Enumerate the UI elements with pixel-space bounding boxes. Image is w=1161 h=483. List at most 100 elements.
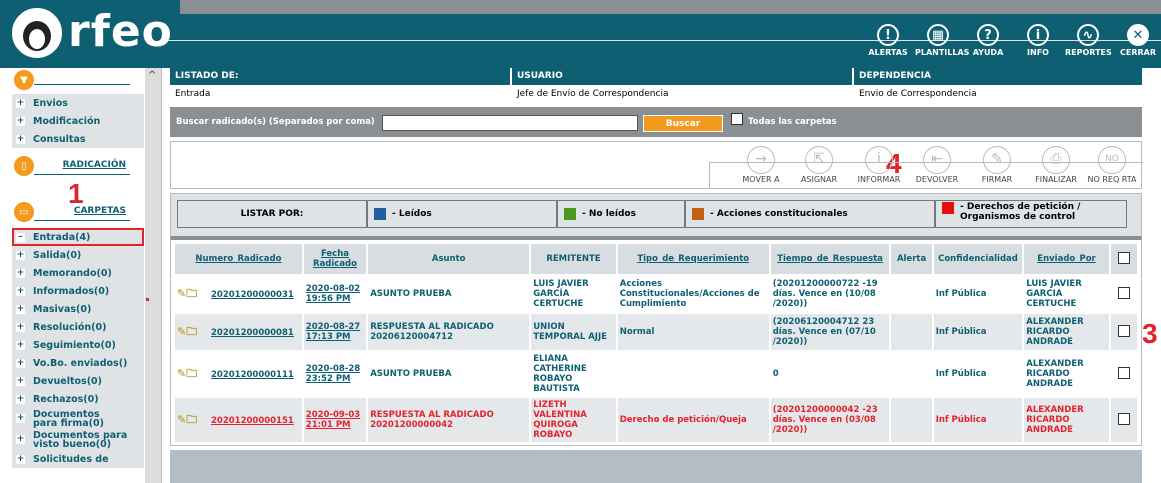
tiempo-cell: 0 — [772, 369, 779, 379]
radicado-link[interactable]: 20201200000151 — [211, 416, 294, 426]
table-row[interactable]: ✎🗀 20201200000111 2020-08-28 23:52 PM ASUN… — [175, 352, 1137, 396]
plus-icon: + — [16, 375, 25, 386]
col-tipo-requerimiento[interactable]: Tipo_de_Requerimiento — [617, 244, 769, 274]
search-input[interactable] — [382, 115, 638, 131]
row-checkbox[interactable] — [1117, 412, 1130, 425]
date-link[interactable]: 2020-08-27 17:13 PM — [306, 322, 360, 342]
radicados-table: Numero_Radicado Fecha Radicado Asunto RE… — [173, 242, 1139, 444]
col-remitente[interactable]: REMITENTE — [531, 244, 616, 274]
radicado-link[interactable]: 20201200000031 — [211, 290, 294, 300]
col-enviado-por[interactable]: Enviado_Por — [1024, 244, 1109, 274]
radicado-link[interactable]: 20201200000081 — [211, 328, 294, 338]
enviado-cell: ALEXANDER RICARDO ANDRADE — [1024, 398, 1109, 442]
folder-masivas[interactable]: + Masivas(0) — [12, 300, 144, 318]
top-menu: + Envios + Modificación + Consultas — [12, 94, 144, 148]
info-label: INFO — [1027, 48, 1049, 57]
menu-item-envios[interactable]: + Envios — [12, 94, 144, 112]
informar-button[interactable]: i INFORMAR — [852, 146, 906, 184]
folder-documentos-firma[interactable]: + Documentos para firma(0) — [12, 408, 144, 429]
folder-devueltos[interactable]: + Devueltos(0) — [12, 372, 144, 390]
col-asunto[interactable]: Asunto — [368, 244, 530, 274]
folder-resolucion[interactable]: + Resolución(0) — [12, 318, 144, 336]
tool-label: FIRMAR — [981, 175, 1013, 184]
select-all-checkbox[interactable] — [1117, 251, 1130, 264]
sidebar-scrollbar[interactable]: ^ — [145, 68, 161, 483]
section-divider — [34, 174, 130, 175]
radicacion-link[interactable]: RADICACIÓN — [63, 160, 126, 170]
annotation-dot — [146, 298, 149, 301]
mover-a-button[interactable]: → MOVER A — [734, 146, 788, 184]
no-response-icon: NO — [1098, 146, 1126, 174]
edit-folder-icon[interactable]: ✎🗀 — [177, 414, 211, 425]
sidebar: ^ ▼ + Envios + Modificación + Consultas ▯ R… — [0, 68, 162, 483]
folder-salida[interactable]: + Salida(0) — [12, 246, 144, 264]
folder-documentos-visto-bueno[interactable]: + Documentos para visto bueno(0) — [12, 429, 144, 450]
radicacion-section[interactable]: ▯ RADICACIÓN — [0, 156, 150, 176]
info-button[interactable]: i INFO — [1015, 24, 1061, 57]
plantillas-button[interactable]: ▦ PLANTILLAS — [915, 24, 969, 57]
remitente-cell: UNION TEMPORAL AJJE — [531, 314, 616, 350]
select-cell — [1111, 352, 1137, 396]
date-link[interactable]: 2020-08-02 19:56 PM — [306, 284, 360, 304]
folder-seguimiento[interactable]: + Seguimiento(0) — [12, 336, 144, 354]
numero-radicado-cell: ✎🗀 20201200000031 — [175, 276, 302, 312]
row-checkbox[interactable] — [1117, 324, 1130, 337]
folder-vobo-enviados[interactable]: + Vo.Bo. enviados() — [12, 354, 144, 372]
edit-folder-icon[interactable]: ✎🗀 — [177, 368, 211, 379]
chevron-down-icon[interactable]: ▼ — [14, 70, 34, 90]
red-swatch-icon — [942, 202, 954, 214]
fecha-cell: 2020-08-27 17:13 PM — [303, 314, 367, 350]
dependencia-value: Envio de Correspondencia — [854, 85, 1142, 104]
radicado-link[interactable]: 20201200000111 — [211, 370, 294, 380]
folder-memorando[interactable]: + Memorando(0) — [12, 264, 144, 282]
filter-acciones[interactable]: - Acciones constitucionales — [685, 200, 935, 228]
folder-rechazos[interactable]: + Rechazos(0) — [12, 390, 144, 408]
cerrar-button[interactable]: ✕ CERRAR — [1115, 24, 1161, 57]
finalizar-button[interactable]: ⎙ FINALIZAR — [1029, 146, 1083, 184]
fecha-cell: 2020-08-28 23:52 PM — [304, 352, 366, 396]
col-fecha-radicado[interactable]: Fecha Radicado — [303, 244, 367, 274]
tool-label: DEVOLVER — [915, 175, 959, 184]
menu-item-consultas[interactable]: + Consultas — [12, 130, 144, 148]
tipo-cell: Derecho de petición/Queja — [617, 398, 769, 442]
tool-label: FINALIZAR — [1035, 175, 1077, 184]
col-tiempo-respuesta[interactable]: Tiempo_de_Respuesta — [770, 244, 890, 274]
col-select-all[interactable] — [1110, 244, 1137, 274]
reportes-button[interactable]: ∿ REPORTES — [1065, 24, 1112, 57]
col-confidencialidad[interactable]: Confidencialidad — [933, 244, 1023, 274]
filter-leidos[interactable]: - Leídos — [367, 200, 557, 228]
folder-entrada[interactable]: – Entrada(4) — [12, 228, 144, 246]
date-link[interactable]: 2020-09-03 21:01 PM — [306, 410, 360, 430]
listar-por-label: LISTAR POR: — [177, 200, 367, 228]
no-req-rta-button[interactable]: NO NO REQ RTA — [1085, 146, 1139, 184]
filter-derechos[interactable]: - Derechos de petición / Organismos de c… — [935, 200, 1127, 228]
ayuda-button[interactable]: ? AYUDA — [965, 24, 1011, 57]
date-link[interactable]: 2020-08-28 23:52 PM — [306, 364, 360, 384]
asignar-button[interactable]: ⇱ ASIGNAR — [792, 146, 846, 184]
all-folders-checkbox[interactable] — [731, 113, 743, 125]
search-button[interactable]: Buscar — [643, 115, 723, 132]
confidencialidad-cell: Inf Pública — [935, 289, 987, 299]
table-row[interactable]: ✎🗀 20201200000151 2020-09-03 21:01 PM RESP… — [175, 398, 1137, 442]
archive-icon: ⎙ — [1042, 146, 1070, 174]
col-numero-radicado[interactable]: Numero_Radicado — [175, 244, 302, 274]
filter-label: - Acciones constitucionales — [710, 209, 848, 219]
row-checkbox[interactable] — [1117, 366, 1130, 379]
assign-icon: ⇱ — [805, 146, 833, 174]
row-checkbox[interactable] — [1117, 286, 1130, 299]
alertas-button[interactable]: ! ALERTAS — [865, 24, 911, 57]
filter-no-leidos[interactable]: - No leídos — [557, 200, 685, 228]
col-alerta[interactable]: Alerta — [891, 244, 932, 274]
folder-solicitudes[interactable]: + Solicitudes de — [12, 450, 144, 468]
folder-informados[interactable]: + Informados(0) — [12, 282, 144, 300]
edit-folder-icon[interactable]: ✎🗀 — [177, 288, 211, 299]
app-logo[interactable]: rfeo — [12, 6, 172, 58]
plus-icon: + — [16, 115, 25, 126]
devolver-button[interactable]: ⇤ DEVOLVER — [910, 146, 964, 184]
firmar-button[interactable]: ✎ FIRMAR — [970, 146, 1024, 184]
table-row[interactable]: ✎🗀 20201200000081 2020-08-27 17:13 PM RESP… — [175, 314, 1137, 350]
table-row[interactable]: ✎🗀 20201200000031 2020-08-02 19:56 PM ASUN… — [175, 276, 1137, 312]
menu-item-modificacion[interactable]: + Modificación — [12, 112, 144, 130]
edit-folder-icon[interactable]: ✎🗀 — [177, 326, 211, 337]
folder-label: Memorando(0) — [33, 267, 112, 279]
